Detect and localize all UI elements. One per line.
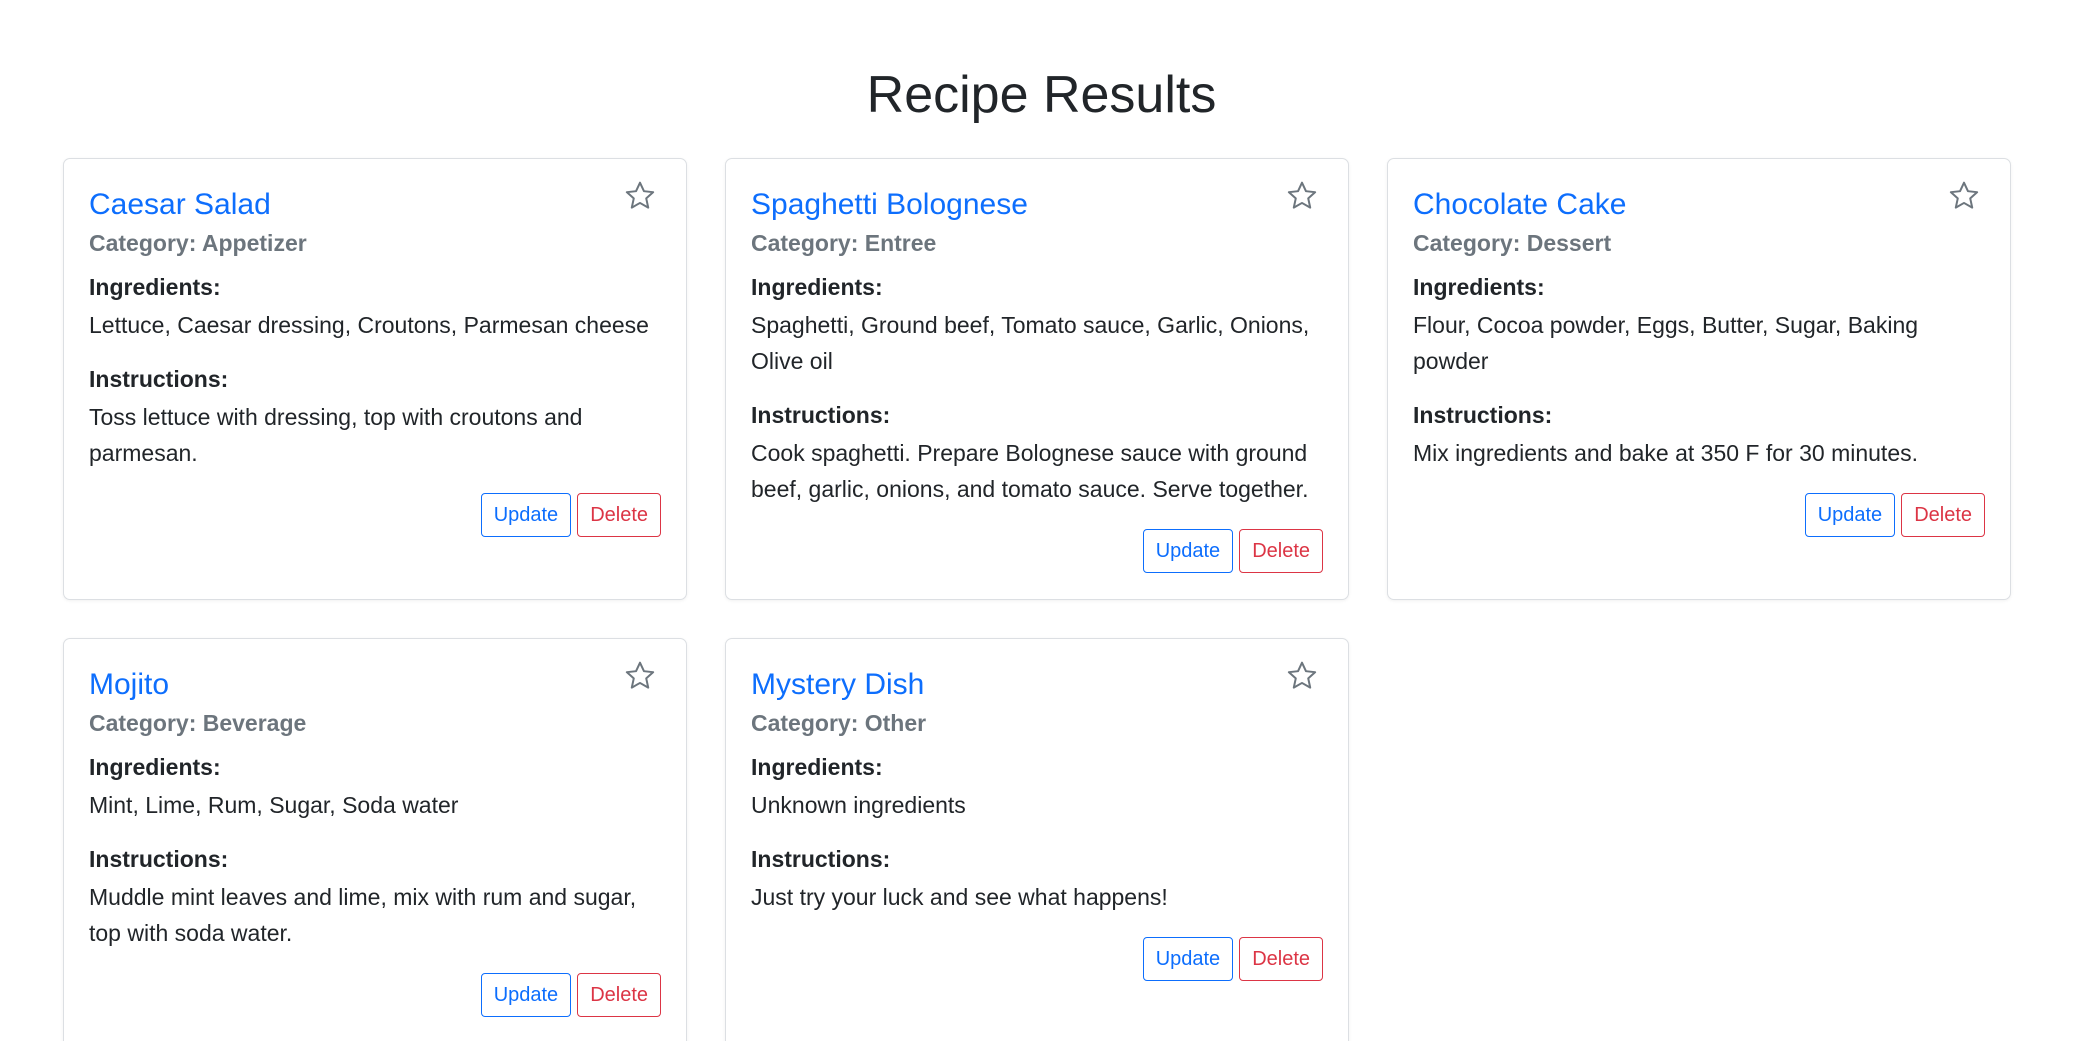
recipe-title[interactable]: Mystery Dish: [751, 665, 1323, 705]
star-outline-icon[interactable]: [623, 659, 657, 693]
recipe-results-page: Recipe Results Caesar Salad Category: Ap…: [0, 0, 2083, 1041]
card-actions: Update Delete: [751, 937, 1323, 981]
recipe-category: Category: Entree: [751, 230, 937, 256]
instructions-text: Mix ingredients and bake at 350 F for 30…: [1413, 440, 1919, 466]
ingredients-label: Ingredients:: [89, 274, 221, 300]
update-button[interactable]: Update: [1142, 529, 1234, 573]
instructions-label: Instructions:: [751, 402, 891, 428]
instructions-label: Instructions:: [751, 846, 891, 872]
update-button[interactable]: Update: [1804, 493, 1896, 537]
recipe-card: Mojito Category: Beverage Ingredients: M…: [63, 638, 687, 1041]
delete-button[interactable]: Delete: [1901, 493, 1985, 537]
card-actions: Update Delete: [751, 529, 1323, 573]
recipe-title[interactable]: Mojito: [89, 665, 661, 705]
star-outline-icon[interactable]: [1285, 179, 1319, 213]
update-button[interactable]: Update: [480, 493, 572, 537]
instructions-text: Muddle mint leaves and lime, mix with ru…: [89, 884, 637, 946]
ingredients-text: Lettuce, Caesar dressing, Croutons, Parm…: [89, 312, 649, 338]
recipe-card: Mystery Dish Category: Other Ingredients…: [725, 638, 1349, 1041]
card-actions: Update Delete: [89, 973, 661, 1017]
ingredients-label: Ingredients:: [751, 754, 883, 780]
ingredients-label: Ingredients:: [1413, 274, 1545, 300]
instructions-text: Cook spaghetti. Prepare Bolognese sauce …: [751, 440, 1309, 502]
recipe-title[interactable]: Spaghetti Bolognese: [751, 185, 1323, 225]
delete-button[interactable]: Delete: [577, 973, 661, 1017]
delete-button[interactable]: Delete: [577, 493, 661, 537]
recipe-category: Category: Appetizer: [89, 230, 307, 256]
ingredients-text: Flour, Cocoa powder, Eggs, Butter, Sugar…: [1413, 312, 1919, 374]
ingredients-text: Spaghetti, Ground beef, Tomato sauce, Ga…: [751, 312, 1310, 374]
instructions-text: Toss lettuce with dressing, top with cro…: [89, 404, 583, 466]
recipe-category: Category: Dessert: [1413, 230, 1612, 256]
card-actions: Update Delete: [89, 493, 661, 537]
recipe-card: Chocolate Cake Category: Dessert Ingredi…: [1387, 158, 2011, 600]
instructions-label: Instructions:: [89, 846, 229, 872]
star-outline-icon[interactable]: [623, 179, 657, 213]
ingredients-text: Unknown ingredients: [751, 792, 966, 818]
ingredients-label: Ingredients:: [751, 274, 883, 300]
recipe-category: Category: Beverage: [89, 710, 307, 736]
card-actions: Update Delete: [1413, 493, 1985, 537]
star-outline-icon[interactable]: [1947, 179, 1981, 213]
recipe-title[interactable]: Chocolate Cake: [1413, 185, 1985, 225]
recipe-category: Category: Other: [751, 710, 927, 736]
instructions-label: Instructions:: [89, 366, 229, 392]
delete-button[interactable]: Delete: [1239, 529, 1323, 573]
recipe-title[interactable]: Caesar Salad: [89, 185, 661, 225]
page-title: Recipe Results: [866, 66, 1217, 124]
instructions-label: Instructions:: [1413, 402, 1553, 428]
delete-button[interactable]: Delete: [1239, 937, 1323, 981]
ingredients-text: Mint, Lime, Rum, Sugar, Soda water: [89, 792, 459, 818]
update-button[interactable]: Update: [1142, 937, 1234, 981]
instructions-text: Just try your luck and see what happens!: [751, 884, 1168, 910]
star-outline-icon[interactable]: [1285, 659, 1319, 693]
recipe-card: Caesar Salad Category: Appetizer Ingredi…: [63, 158, 687, 600]
ingredients-label: Ingredients:: [89, 754, 221, 780]
update-button[interactable]: Update: [480, 973, 572, 1017]
recipe-card: Spaghetti Bolognese Category: Entree Ing…: [725, 158, 1349, 600]
